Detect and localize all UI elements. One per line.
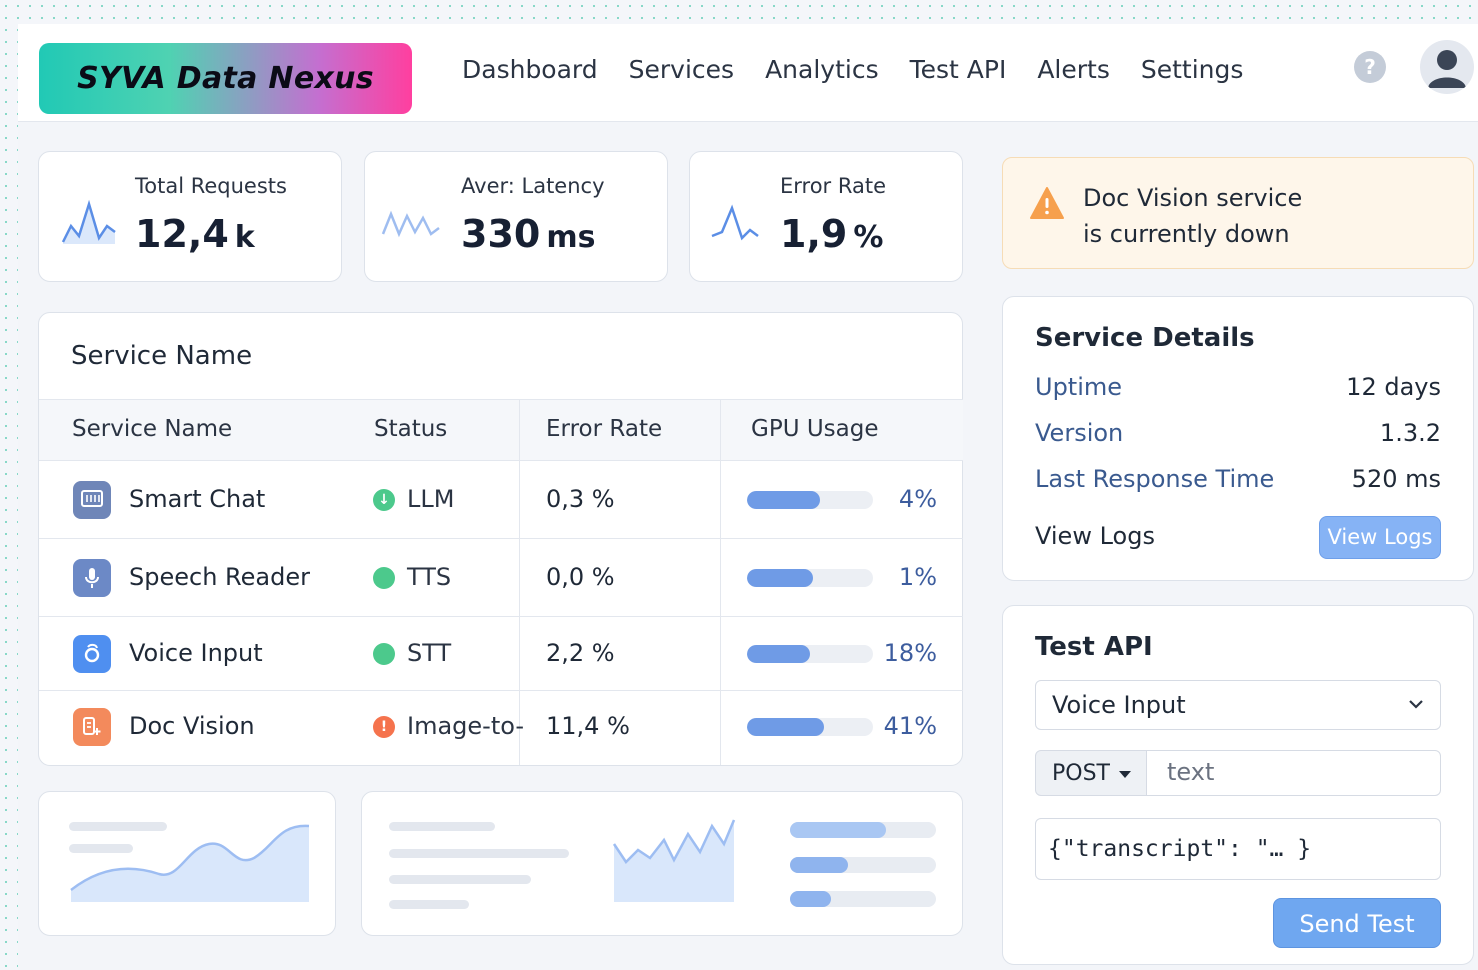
area-chart-icon	[612, 819, 736, 902]
gpu-percent: 18%	[883, 639, 937, 667]
detail-label: Uptime	[1035, 373, 1123, 401]
table-row[interactable]: Smart Chat ↓ LLM 0,3 % 4%	[39, 461, 963, 539]
top-header: SYVA Data Nexus Dashboard Services Analy…	[18, 24, 1478, 122]
status-text: STT	[407, 639, 452, 667]
detail-label: Version	[1035, 419, 1124, 447]
status-text: Image-to-	[407, 712, 525, 740]
service-down-alert[interactable]: Doc Vision service is currently down	[1002, 157, 1474, 269]
warning-icon	[1030, 187, 1064, 219]
column-header[interactable]: Service Name	[72, 416, 232, 442]
stat-card-total-requests: Total Requests 12,4 k	[38, 151, 342, 282]
detail-value: 12 days	[1346, 373, 1441, 401]
stat-card-latency: Aver: Latency 330 ms	[364, 151, 668, 282]
nav-services[interactable]: Services	[629, 52, 734, 88]
placeholder-bar	[790, 822, 936, 838]
view-logs-button[interactable]: View Logs	[1319, 516, 1441, 559]
test-api-title: Test API	[1035, 632, 1153, 662]
chat-icon	[73, 481, 111, 519]
column-header[interactable]: Error Rate	[546, 416, 662, 442]
nav-alerts[interactable]: Alerts	[1037, 52, 1110, 88]
table-row[interactable]: Speech Reader TTS 0,0 % 1%	[39, 539, 963, 617]
app-logo[interactable]: SYVA Data Nexus	[39, 43, 412, 114]
stat-value: 12,4 k	[135, 212, 255, 256]
status-ok-icon	[373, 567, 395, 589]
placeholder-bar	[790, 891, 936, 907]
error-rate: 0,0 %	[546, 563, 615, 591]
alert-message: Doc Vision service is currently down	[1083, 184, 1303, 248]
column-header[interactable]: GPU Usage	[751, 416, 879, 442]
send-test-button[interactable]: Send Test	[1273, 898, 1441, 948]
caret-down-icon	[1119, 771, 1131, 778]
details-title: Service Details	[1035, 323, 1255, 353]
status-text: LLM	[407, 485, 455, 513]
microphone-icon	[73, 559, 111, 597]
gpu-bar	[747, 718, 873, 736]
method-dropdown[interactable]: POST	[1035, 750, 1147, 796]
service-details-card: Service Details Uptime 12 days Version 1…	[1002, 296, 1474, 581]
service-select[interactable]: Voice Input	[1035, 680, 1441, 730]
table-row[interactable]: Doc Vision ! Image-to- 11,4 % 41%	[39, 691, 963, 765]
area-chart-icon	[70, 824, 310, 902]
stat-title: Aver: Latency	[461, 174, 605, 198]
status-ok-icon: ↓	[373, 489, 395, 511]
path-input[interactable]: text	[1146, 750, 1441, 796]
placeholder-line	[389, 875, 531, 884]
status-text: TTS	[407, 563, 452, 591]
gpu-bar	[747, 645, 873, 663]
table-header: Service Name Status Error Rate GPU Usage	[39, 399, 963, 461]
stat-card-error-rate: Error Rate 1,9%	[689, 151, 963, 282]
placeholder-line	[389, 822, 495, 831]
detail-value: 520 ms	[1351, 465, 1441, 493]
chevron-down-icon	[1409, 700, 1423, 709]
main-nav: Dashboard Services Analytics Test API Al…	[462, 52, 1274, 88]
service-name: Doc Vision	[129, 712, 255, 740]
request-body-input[interactable]: {"transcript": "… }	[1035, 818, 1441, 880]
nav-dashboard[interactable]: Dashboard	[462, 52, 598, 88]
avatar[interactable]	[1420, 40, 1474, 94]
nav-analytics[interactable]: Analytics	[765, 52, 879, 88]
app-logo-text: SYVA Data Nexus	[77, 61, 374, 96]
detail-label: Last Response Time	[1035, 465, 1275, 493]
stat-value: 1,9%	[780, 212, 884, 256]
service-name: Smart Chat	[129, 485, 266, 513]
error-rate: 2,2 %	[546, 639, 615, 667]
stat-title: Total Requests	[135, 174, 287, 198]
detail-value: 1.3.2	[1379, 419, 1441, 447]
service-name: Speech Reader	[129, 563, 310, 591]
sparkline-icon	[381, 210, 440, 238]
gpu-percent: 1%	[898, 563, 937, 591]
service-select-value: Voice Input	[1052, 691, 1186, 719]
placeholder-line	[389, 849, 569, 858]
table-row[interactable]: Voice Input STT 2,2 % 18%	[39, 617, 963, 691]
gpu-percent: 41%	[883, 712, 937, 740]
service-name: Voice Input	[129, 639, 263, 667]
test-api-card: Test API Voice Input POST text {"transcr…	[1002, 605, 1474, 965]
mini-summary-card	[361, 791, 963, 936]
document-icon	[73, 708, 111, 746]
column-header[interactable]: Status	[374, 416, 447, 442]
nav-settings[interactable]: Settings	[1141, 52, 1244, 88]
view-logs-label: View Logs	[1035, 522, 1155, 550]
stat-title: Error Rate	[780, 174, 887, 198]
status-error-icon: !	[373, 716, 395, 738]
error-rate: 0,3 %	[546, 485, 615, 513]
error-rate: 11,4 %	[546, 712, 630, 740]
gpu-bar	[747, 491, 873, 509]
help-icon[interactable]: ?	[1354, 51, 1386, 83]
sparkline-icon	[61, 199, 116, 244]
services-table-card: Service Name Service Name Status Error R…	[38, 312, 963, 766]
mini-chart-card	[38, 791, 336, 936]
voice-icon	[73, 635, 111, 673]
user-icon	[1428, 50, 1466, 88]
status-ok-icon	[373, 643, 395, 665]
method-value: POST	[1052, 761, 1110, 786]
placeholder-bar	[790, 857, 936, 873]
nav-test-api[interactable]: Test API	[910, 52, 1007, 88]
gpu-bar	[747, 569, 873, 587]
stat-value: 330 ms	[461, 212, 596, 256]
placeholder-line	[389, 900, 469, 909]
gpu-percent: 4%	[898, 485, 937, 513]
sparkline-icon	[711, 204, 759, 241]
table-title: Service Name	[71, 341, 253, 371]
